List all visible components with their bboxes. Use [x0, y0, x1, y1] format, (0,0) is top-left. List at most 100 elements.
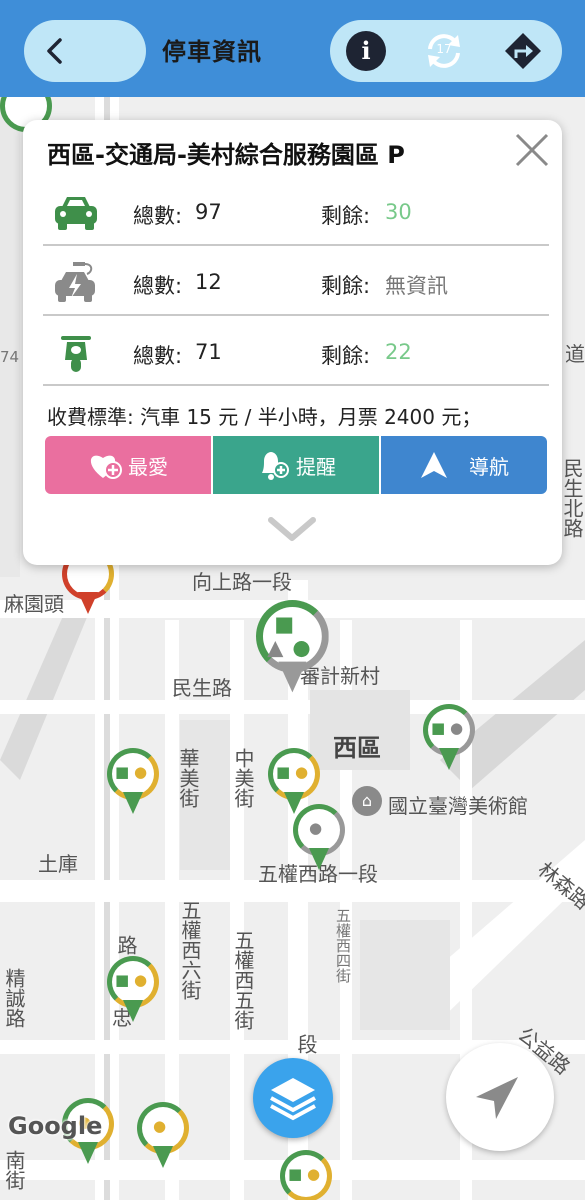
map-label-art-museum: 國立臺灣美術館 [388, 794, 528, 818]
fee-standard: 收費標準: 汽車 15 元 / 半小時，月票 2400 元； [47, 405, 482, 429]
header-action-group: i 17 [330, 20, 562, 82]
navigation-arrow-icon [421, 452, 447, 478]
chevron-left-icon [47, 38, 62, 64]
remind-button[interactable]: 提醒 [213, 436, 379, 494]
map-label-nan-street: 南街 [2, 1150, 26, 1190]
parking-pin[interactable]: ● [137, 1102, 189, 1172]
scooter-icon: ● [153, 1117, 167, 1135]
parking-lot-name: 西區-交通局-美村綜合服務園區 P [47, 141, 405, 169]
map-label-wuquan-west-4th: 五權西四街 [334, 908, 352, 983]
remaining-label: 剩餘: [321, 204, 371, 228]
scooter-icon: ● [307, 1165, 321, 1183]
pin-tip [78, 1142, 98, 1164]
remaining-label: 剩餘: [321, 274, 371, 298]
favorite-button[interactable]: 最愛 [45, 436, 211, 494]
my-location-button[interactable] [446, 1043, 554, 1151]
close-button[interactable] [512, 130, 552, 170]
map-label-minsheng-north: 民生北路 [560, 458, 584, 538]
top-bar: 停車資訊 i 17 [0, 0, 585, 97]
scooter-icon: ● [450, 719, 464, 737]
scooter-icon: ● [309, 819, 323, 837]
remaining-value: 22 [385, 340, 412, 364]
info-icon: i [361, 36, 371, 65]
parking-row-scooter: 總數: 71 剩餘: 22 [43, 318, 549, 386]
scooter-icon: ● [134, 971, 148, 989]
refresh-button[interactable]: 17 [424, 31, 464, 71]
parking-pin[interactable]: ■ ● [107, 748, 159, 818]
total-label: 總數: [133, 204, 183, 228]
total-value: 97 [195, 200, 222, 224]
map-label-zhongmei-street: 中美街 [231, 748, 255, 808]
parking-pin[interactable]: ■ ● [423, 704, 475, 774]
total-label: 總數: [133, 344, 183, 368]
pin-tip [123, 1000, 143, 1022]
parking-pin-selected[interactable]: ■ ▲ ● [256, 600, 329, 698]
scooter-icon [61, 336, 91, 372]
close-icon [515, 133, 549, 167]
museum-icon[interactable]: ⌂ [352, 786, 382, 816]
car-icon: ■ [288, 1165, 303, 1183]
favorite-label: 最愛 [128, 454, 168, 479]
directions-button[interactable] [503, 31, 543, 71]
map-label-duan: 段 [294, 1034, 318, 1054]
navigate-button[interactable]: 導航 [381, 436, 547, 494]
map-label-minsheng-road: 民生路 [172, 676, 232, 700]
bell-plus-icon [262, 452, 289, 480]
pin-tip [153, 1146, 173, 1168]
google-logo: Google [8, 1112, 103, 1140]
remind-label: 提醒 [296, 454, 336, 479]
total-value: 12 [195, 270, 222, 294]
total-value: 71 [195, 340, 222, 364]
layers-icon [270, 1078, 316, 1121]
chevron-down-icon [268, 517, 316, 541]
map-label-dao: 道 [565, 342, 585, 366]
navigate-label: 導航 [469, 454, 509, 479]
card-action-bar: 最愛 提醒 導航 [45, 436, 547, 494]
electric-car-icon: ▲ [267, 635, 284, 661]
page-title: 停車資訊 [162, 38, 262, 66]
map-label-wuquan-west-5th: 五權西五街 [231, 930, 255, 1030]
map-label-xiangshang-road: 向上路一段 [192, 570, 292, 594]
map-layers-button[interactable] [253, 1058, 333, 1138]
expand-button[interactable] [267, 512, 317, 546]
parking-pin[interactable]: ■ ● [280, 1150, 332, 1200]
map-label-jingcheng-road: 精誠路 [2, 968, 26, 1028]
directions-icon [505, 33, 541, 69]
pin-tip [439, 748, 459, 770]
car-icon: ■ [276, 763, 291, 781]
refresh-countdown: 17 [436, 42, 452, 56]
map-label-west-district: 西區 [333, 734, 381, 762]
remaining-label: 剩餘: [321, 344, 371, 368]
map-label-huamei-street: 華美街 [176, 748, 200, 808]
map-label-tuku: 土庫 [38, 852, 78, 876]
car-icon: ■ [274, 611, 295, 637]
pin-tip [278, 661, 307, 693]
info-button[interactable]: i [346, 31, 386, 71]
pin-tip [78, 592, 98, 614]
scooter-icon: ● [295, 763, 309, 781]
remaining-value: 無資訊 [385, 274, 448, 298]
scooter-icon: ● [292, 635, 311, 661]
map-label-road-lu: 路 [114, 935, 138, 955]
car-icon: ■ [115, 971, 130, 989]
parking-info-card: 西區-交通局-美村綜合服務園區 P 總數: 97 剩餘: 30 總數: 12 剩… [23, 120, 562, 565]
location-arrow-icon [476, 1077, 518, 1119]
pin-tip [309, 848, 329, 870]
total-label: 總數: [133, 274, 183, 298]
pin-tip [123, 792, 143, 814]
electric-car-icon [55, 262, 95, 302]
parking-row-electric-car: 總數: 12 剩餘: 無資訊 [43, 248, 549, 316]
remaining-value: 30 [385, 200, 412, 224]
car-icon [55, 197, 97, 230]
back-button[interactable] [24, 20, 146, 82]
heart-plus-icon [90, 455, 122, 479]
map-label-wuquan-west-6th: 五權西六街 [178, 900, 202, 1000]
parking-pin[interactable]: ● [293, 804, 345, 874]
map-label-road-number: 74 [0, 348, 20, 366]
parking-pin[interactable]: ■ ● [107, 956, 159, 1026]
scooter-icon: ● [134, 763, 148, 781]
car-icon: ■ [115, 763, 130, 781]
car-icon: ■ [431, 719, 446, 737]
map-label-mayuantou: 麻園頭 [4, 592, 64, 616]
parking-row-car: 總數: 97 剩餘: 30 [43, 178, 549, 246]
